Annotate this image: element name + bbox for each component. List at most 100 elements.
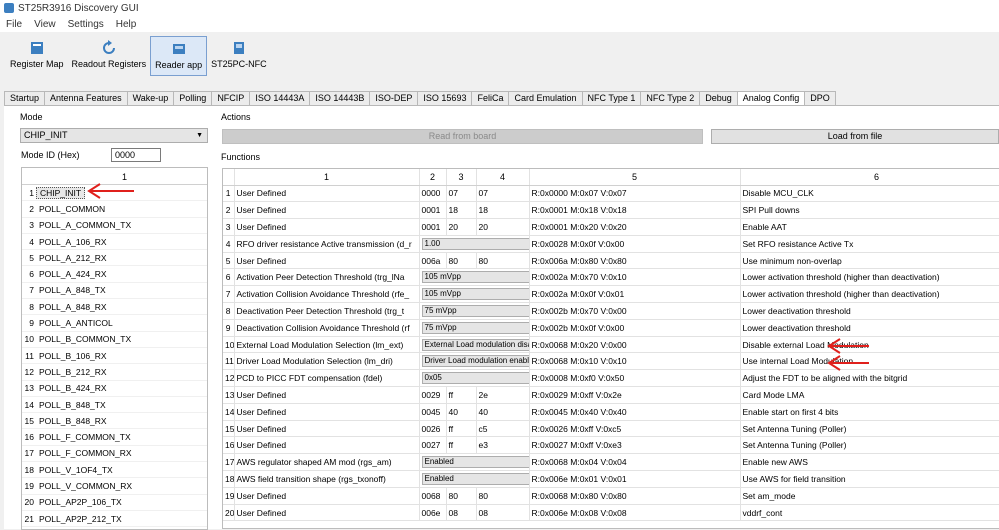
value-select[interactable]: 105 mVpp▼ [421, 271, 528, 284]
list-item[interactable]: 21 POLL_AP2P_212_TX [22, 511, 207, 528]
value-select[interactable]: Driver Load modulation enabled▼ [421, 355, 528, 368]
register-mask[interactable]: 20 [446, 218, 477, 236]
register-address[interactable]: 0029 [419, 386, 447, 404]
table-row[interactable]: 8 Deactivation Peer Detection Threshold (… [223, 302, 999, 320]
value-select[interactable]: External Load modulation disablec▼ [421, 338, 528, 351]
function-description[interactable]: Lower deactivation threshold [740, 319, 999, 337]
table-row[interactable]: 17 AWS regulator shaped AM mod (rgs_am) En… [223, 453, 999, 472]
register-value[interactable]: 80 [476, 487, 530, 505]
register-value[interactable]: 18 [476, 201, 530, 220]
function-name[interactable]: User Defined [234, 436, 420, 455]
function-name[interactable]: User Defined [234, 201, 420, 220]
st25pc-nfc-button[interactable]: ST25PC-NFC [207, 36, 271, 76]
register-mask[interactable]: 18 [446, 201, 477, 220]
tab-iso-14443b[interactable]: ISO 14443B [309, 91, 371, 105]
mode-id-input[interactable]: 0000 [111, 148, 161, 162]
register-mask[interactable]: ff [446, 436, 477, 455]
function-description[interactable]: Enable start on first 4 bits [740, 403, 999, 421]
register-value[interactable]: 80 [476, 252, 530, 270]
function-name[interactable]: User Defined [234, 420, 420, 438]
register-address[interactable]: 0001 [419, 201, 447, 220]
function-description[interactable]: Lower activation threshold (higher than … [740, 285, 999, 304]
function-description[interactable]: Enable AAT [740, 218, 999, 236]
function-name[interactable]: User Defined [234, 504, 420, 522]
function-name[interactable]: User Defined [234, 403, 420, 421]
table-row[interactable]: 10 External Load Modulation Selection (lm… [223, 336, 999, 354]
function-description[interactable]: Lower activation threshold (higher than … [740, 268, 999, 287]
list-item[interactable]: 14 POLL_B_848_TX [22, 397, 207, 414]
tab-polling[interactable]: Polling [173, 91, 213, 105]
function-name[interactable]: Deactivation Collision Avoidance Thresho… [234, 319, 420, 337]
table-row[interactable]: 11 Driver Load Modulation Selection (lm_d… [223, 352, 999, 371]
table-row[interactable]: 2 User Defined 0001 18 18 R:0x0001 M:0x18 V:0… [223, 201, 999, 220]
value-select[interactable]: 105 mVpp▼ [421, 288, 528, 301]
tab-card-emulation[interactable]: Card Emulation [508, 91, 583, 105]
function-name[interactable]: PCD to PICC FDT compensation (fdel) [234, 369, 420, 388]
list-item[interactable]: 19 POLL_V_COMMON_RX [22, 478, 207, 495]
function-description[interactable]: Set Antenna Tuning (Poller) [740, 420, 999, 438]
function-description[interactable]: Adjust the FDT to be aligned with the bi… [740, 369, 999, 388]
mode-select[interactable]: CHIP_INIT ▼ [20, 128, 208, 143]
value-select[interactable]: 75 mVpp▼ [421, 304, 528, 317]
list-item[interactable]: 3 POLL_A_COMMON_TX [22, 218, 207, 234]
register-address[interactable]: 0026 [419, 420, 447, 438]
value-select[interactable]: 75 mVpp▼ [421, 321, 528, 334]
tab-felica[interactable]: FeliCa [471, 91, 510, 105]
tab-iso-14443a[interactable]: ISO 14443A [249, 91, 311, 105]
function-description[interactable]: Set RFO resistance Active Tx [740, 235, 999, 253]
list-item[interactable]: 11 POLL_B_106_RX [22, 348, 207, 365]
tab-iso-dep[interactable]: ISO-DEP [369, 91, 419, 105]
table-row[interactable]: 13 User Defined 0029 ff 2e R:0x0029 M:0xff V:… [223, 386, 999, 404]
function-description[interactable]: SPI Pull downs [740, 201, 999, 220]
tab-nfc-type-2[interactable]: NFC Type 2 [640, 91, 701, 105]
register-mask[interactable]: 80 [446, 252, 477, 270]
menu-help[interactable]: Help [110, 19, 143, 30]
list-item[interactable]: 7 POLL_A_848_TX [22, 283, 207, 300]
function-description[interactable]: vddrf_cont [740, 504, 999, 522]
list-item[interactable]: 13 POLL_B_424_RX [22, 381, 207, 397]
function-name[interactable]: User Defined [234, 185, 420, 203]
function-name[interactable]: User Defined [234, 487, 420, 505]
function-name[interactable]: External Load Modulation Selection (lm_e… [234, 336, 420, 354]
tab-iso-15693[interactable]: ISO 15693 [417, 91, 473, 105]
table-row[interactable]: 12 PCD to PICC FDT compensation (fdel) 0x0… [223, 369, 999, 388]
function-description[interactable]: Disable MCU_CLK [740, 185, 999, 203]
register-mask[interactable]: ff [446, 420, 477, 438]
register-address[interactable]: 0001 [419, 218, 447, 236]
list-item[interactable]: 2 POLL_COMMON [22, 201, 207, 218]
tab-antenna-features[interactable]: Antenna Features [44, 91, 128, 105]
function-description[interactable]: Set am_mode [740, 487, 999, 505]
register-address[interactable]: 006a [419, 252, 447, 270]
register-address[interactable]: 0027 [419, 436, 447, 455]
value-select[interactable]: 0x05▼ [421, 372, 528, 385]
read-from-board-button[interactable]: Read from board [222, 129, 703, 144]
tab-analog-config[interactable]: Analog Config [736, 91, 806, 106]
list-item[interactable]: 6 POLL_A_424_RX [22, 266, 207, 283]
value-select[interactable]: 1.00▼ [421, 237, 528, 250]
register-mask[interactable]: ff [446, 386, 477, 404]
tab-debug[interactable]: Debug [699, 91, 738, 105]
function-description[interactable]: Use minimum non-overlap [740, 252, 999, 270]
list-item[interactable]: 9 POLL_A_ANTICOL [22, 315, 207, 332]
list-item[interactable]: 10 POLL_B_COMMON_TX [22, 332, 207, 348]
function-description[interactable]: Set Antenna Tuning (Poller) [740, 436, 999, 455]
tab-wake-up[interactable]: Wake-up [126, 91, 175, 105]
table-row[interactable]: 5 User Defined 006a 80 80 R:0x006a M:0x80 V:0… [223, 252, 999, 270]
tab-startup[interactable]: Startup [4, 91, 46, 105]
table-row[interactable]: 9 Deactivation Collision Avoidance Thresh… [223, 319, 999, 337]
register-address[interactable]: 006e [419, 504, 447, 522]
function-description[interactable]: Use AWS for field transition [740, 470, 999, 488]
register-value[interactable]: c5 [476, 420, 530, 438]
function-name[interactable]: Activation Peer Detection Threshold (trg… [234, 268, 420, 287]
load-from-file-button[interactable]: Load from file [711, 129, 999, 144]
register-value[interactable]: 20 [476, 218, 530, 236]
value-select[interactable]: Enabled▼ [421, 456, 528, 469]
tab-nfc-type-1[interactable]: NFC Type 1 [581, 91, 642, 105]
table-row[interactable]: 14 User Defined 0045 40 40 R:0x0045 M:0x40 V:… [223, 403, 999, 421]
table-row[interactable]: 18 AWS field transition shape (rgs_txonof… [223, 470, 999, 488]
function-name[interactable]: Activation Collision Avoidance Threshold… [234, 285, 420, 304]
table-row[interactable]: 4 RFO driver resistance Active transmissi… [223, 235, 999, 253]
table-row[interactable]: 15 User Defined 0026 ff c5 R:0x0026 M:0xff V:… [223, 420, 999, 438]
menu-file[interactable]: File [0, 19, 28, 30]
list-item[interactable]: 17 POLL_F_COMMON_RX [22, 446, 207, 463]
